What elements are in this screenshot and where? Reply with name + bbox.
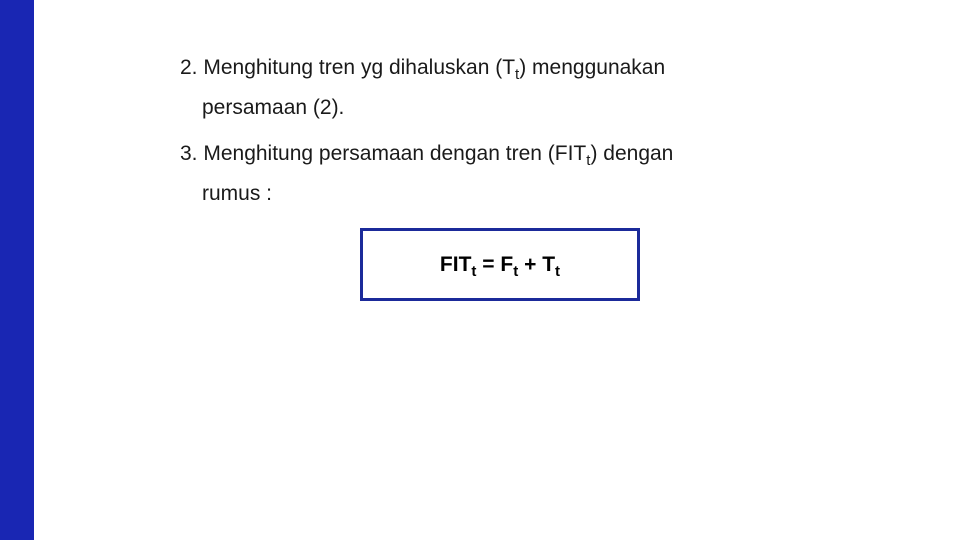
text: ) menggunakan [519, 56, 665, 79]
formula-text: + T [518, 253, 555, 276]
formula-text: FIT [440, 253, 472, 276]
slide: 2. Menghitung tren yg dihaluskan (T t ) me… [0, 0, 960, 540]
list-item-3: 3. Menghitung persamaan dengan tren (FIT… [180, 134, 820, 214]
text-indent: rumus : [180, 174, 820, 214]
text: 2. Menghitung tren yg dihaluskan (T [180, 56, 515, 79]
text-indent: persamaan (2). [180, 88, 820, 128]
subscript: t [555, 263, 560, 280]
text: ) dengan [590, 142, 673, 165]
formula-box: FITt = Ft + Tt [360, 228, 640, 302]
list-item-2: 2. Menghitung tren yg dihaluskan (Tt) me… [180, 48, 820, 128]
formula-text: = F [476, 253, 513, 276]
text: 3. Menghitung persamaan dengan tren (FIT [180, 142, 586, 165]
slide-content: 2. Menghitung tren yg dihaluskan (T t ) me… [180, 48, 820, 301]
left-accent-bar [0, 0, 34, 540]
